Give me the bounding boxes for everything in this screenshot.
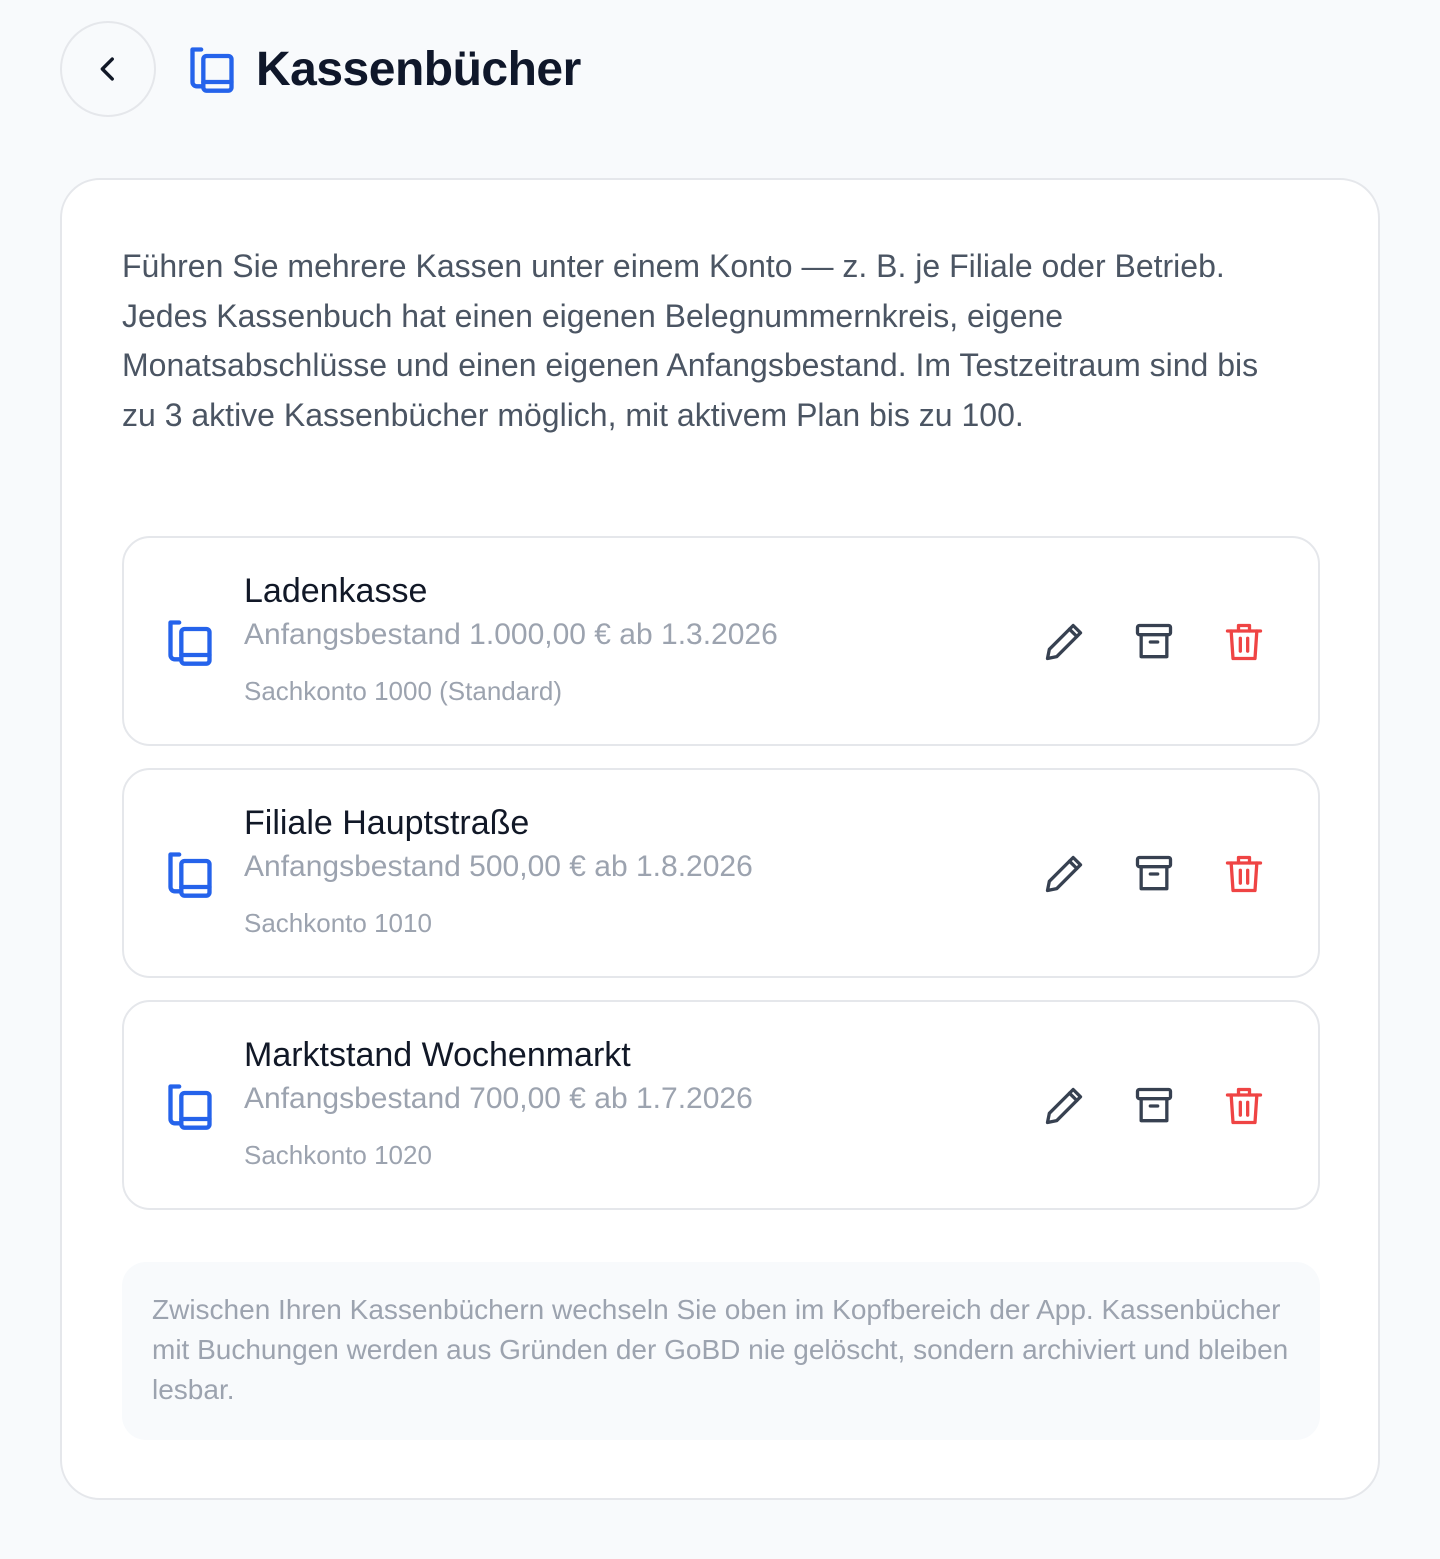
- books-icon: [168, 620, 212, 666]
- chevron-left-icon: [100, 57, 114, 81]
- delete-button[interactable]: [1220, 618, 1268, 666]
- trash-icon: [1225, 623, 1263, 661]
- cashbook-name: Marktstand Wochenmarkt: [244, 1036, 631, 1074]
- cashbook-account: Sachkonto 1020: [244, 1140, 432, 1170]
- cashbook-item[interactable]: Ladenkasse Anfangsbestand 1.000,00 € ab …: [122, 536, 1320, 746]
- page-title: Kassenbücher: [256, 42, 581, 96]
- pencil-icon: [1045, 1087, 1083, 1125]
- edit-button[interactable]: [1040, 1082, 1088, 1130]
- edit-button[interactable]: [1040, 618, 1088, 666]
- books-icon: [168, 852, 212, 898]
- cashbook-actions: [1040, 850, 1268, 898]
- trash-icon: [1225, 855, 1263, 893]
- cashbooks-card: Führen Sie mehrere Kassen unter einem Ko…: [60, 178, 1380, 1500]
- archive-button[interactable]: [1130, 850, 1178, 898]
- info-note: Zwischen Ihren Kassenbüchern wechseln Si…: [122, 1262, 1320, 1440]
- trash-icon: [1225, 1087, 1263, 1125]
- cashbook-name: Filiale Hauptstraße: [244, 804, 530, 842]
- archive-button[interactable]: [1130, 618, 1178, 666]
- back-button[interactable]: [60, 21, 156, 117]
- intro-text: Führen Sie mehrere Kassen unter einem Ko…: [122, 248, 1259, 433]
- cashbook-account: Sachkonto 1000 (Standard): [244, 676, 562, 706]
- cashbook-opening-balance: Anfangsbestand 500,00 € ab 1.8.2026: [244, 850, 753, 883]
- edit-button[interactable]: [1040, 850, 1088, 898]
- page-header: Kassenbücher: [60, 20, 581, 118]
- delete-button[interactable]: [1220, 1082, 1268, 1130]
- delete-button[interactable]: [1220, 850, 1268, 898]
- books-icon: [168, 1084, 212, 1130]
- archive-icon: [1135, 1087, 1173, 1123]
- cashbook-name: Ladenkasse: [244, 572, 428, 610]
- cashbook-item[interactable]: Filiale Hauptstraße Anfangsbestand 500,0…: [122, 768, 1320, 978]
- archive-icon: [1135, 855, 1173, 891]
- cashbook-actions: [1040, 1082, 1268, 1130]
- cashbook-account: Sachkonto 1010: [244, 908, 432, 938]
- books-icon: [186, 43, 238, 95]
- cashbook-actions: [1040, 618, 1268, 666]
- cashbook-item[interactable]: Marktstand Wochenmarkt Anfangsbestand 70…: [122, 1000, 1320, 1210]
- cashbook-opening-balance: Anfangsbestand 700,00 € ab 1.7.2026: [244, 1082, 753, 1115]
- pencil-icon: [1045, 855, 1083, 893]
- pencil-icon: [1045, 623, 1083, 661]
- cashbook-opening-balance: Anfangsbestand 1.000,00 € ab 1.3.2026: [244, 618, 778, 651]
- archive-button[interactable]: [1130, 1082, 1178, 1130]
- archive-icon: [1135, 623, 1173, 659]
